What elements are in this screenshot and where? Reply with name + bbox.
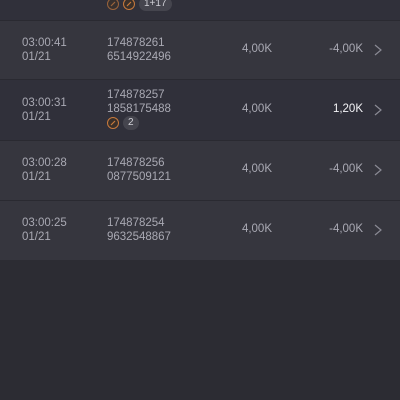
stake-amount: 4,00K (241, 43, 272, 55)
ticket-id-line1: 174878257 (107, 89, 165, 101)
ticket-id: 174878257 1858175488 (107, 88, 171, 116)
coin-icon (107, 117, 119, 129)
history-row[interactable]: 03:00:28 01/21 174878256 0877509121 4,00… (0, 141, 400, 200)
combo-badge: 1+17 (107, 0, 172, 12)
win-amount: -4,00K (329, 43, 363, 55)
history-row[interactable]: 03:00:25 01/21 174878254 9632548867 4,00… (0, 201, 400, 260)
ticket-id-line2: 9632548867 (107, 231, 171, 243)
win-amount: -4,00K (329, 163, 363, 175)
ticket-id: 174878254 9632548867 (107, 216, 171, 244)
ticket-id-line1: 174878256 (107, 157, 165, 169)
ticket-id-line2: 1858175488 (107, 103, 171, 115)
bet-history-screen: 1+17 03:00:41 01/21 174878261 6514922496… (0, 0, 400, 400)
chevron-right-icon[interactable] (372, 103, 384, 117)
ticket-id: 174878256 0877509121 (107, 156, 171, 184)
ticket-id-line2: 0877509121 (107, 171, 171, 183)
time-value: 03:00:41 (22, 37, 67, 49)
date-value: 01/21 (22, 171, 51, 183)
ticket-id: 174878261 6514922496 (107, 36, 171, 64)
win-amount: -4,00K (329, 223, 363, 235)
date-value: 01/21 (22, 231, 51, 243)
bet-time: 03:00:41 01/21 (22, 36, 67, 64)
win-amount: 1,20K (332, 103, 363, 115)
date-value: 01/21 (22, 51, 51, 63)
bet-time: 03:00:25 01/21 (22, 216, 67, 244)
ticket-id-line1: 174878261 (107, 37, 165, 49)
history-row[interactable]: 03:00:31 01/21 174878257 1858175488 2 4,… (0, 80, 400, 140)
bet-time: 03:00:31 01/21 (22, 96, 67, 124)
list-empty-space (0, 260, 400, 400)
time-value: 03:00:28 (22, 157, 67, 169)
coin-icon (107, 0, 119, 10)
history-row-partial[interactable]: 1+17 (0, 0, 400, 20)
date-value: 01/21 (22, 111, 51, 123)
stake-amount: 4,00K (241, 163, 272, 175)
time-value: 03:00:31 (22, 97, 67, 109)
selection-count: 2 (123, 116, 139, 130)
combo-badge: 2 (107, 115, 139, 131)
chevron-right-icon[interactable] (372, 163, 384, 177)
stake-amount: 4,00K (241, 103, 272, 115)
stake-amount: 4,00K (241, 223, 272, 235)
ticket-id-line2: 6514922496 (107, 51, 171, 63)
chevron-right-icon[interactable] (372, 43, 384, 57)
history-row[interactable]: 03:00:41 01/21 174878261 6514922496 4,00… (0, 21, 400, 79)
selection-count: 1+17 (139, 0, 172, 11)
bet-time: 03:00:28 01/21 (22, 156, 67, 184)
chevron-right-icon[interactable] (372, 223, 384, 237)
coin-icon (123, 0, 135, 10)
ticket-id-line1: 174878254 (107, 217, 165, 229)
time-value: 03:00:25 (22, 217, 67, 229)
